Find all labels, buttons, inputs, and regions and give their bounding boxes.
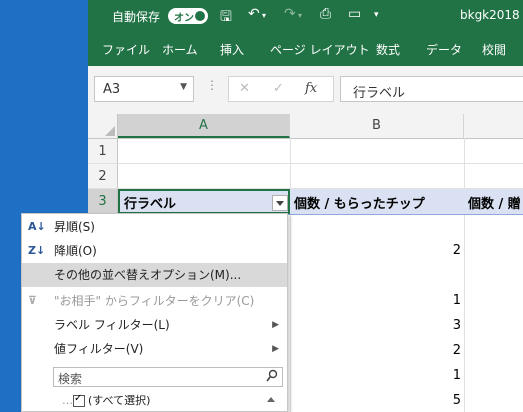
tab-file[interactable]: ファイル — [102, 41, 150, 58]
insert-function-icon[interactable]: fx — [305, 81, 317, 96]
menu-label: "お相手" からフィルターをクリア(C) — [54, 294, 255, 308]
select-all-corner[interactable] — [88, 114, 118, 138]
gridline — [290, 138, 291, 412]
autosave-toggle[interactable]: オン — [168, 8, 208, 24]
row-header-3[interactable]: 3 — [88, 189, 118, 214]
menu-item-more-sort-options[interactable]: その他の並べ替えオプション(M)... — [22, 263, 287, 287]
gridline — [464, 138, 465, 412]
title-bar: 自動保存 オン 🖫 ↶ ▾ ↷ ▾ ⎙ ▭ ▾ bkgk2018 — [88, 0, 523, 32]
column-header-a[interactable]: A — [118, 114, 290, 138]
print-preview-icon[interactable]: ⎙ — [320, 6, 331, 22]
menu-item-clear-filter: ⊽ "お相手" からフィルターをクリア(C) — [22, 289, 287, 313]
ribbon-tabs: ファイル ホーム 挿入 ページ レイアウト 数式 データ 校閲 — [88, 32, 523, 66]
select-all-label: (すべて選択) — [88, 394, 151, 407]
menu-label: ラベル フィルター(L) — [54, 318, 170, 332]
tab-formulas[interactable]: 数式 — [376, 41, 400, 58]
row-header-2[interactable]: 2 — [88, 164, 118, 189]
menu-label: 値フィルター(V) — [54, 342, 144, 356]
more-icon: ⋮ — [206, 78, 218, 92]
enter-icon[interactable]: ✓ — [273, 81, 284, 96]
checkbox-icon[interactable] — [73, 393, 85, 407]
autosave-state: オン — [174, 13, 194, 24]
sort-asc-icon: A↓ — [28, 220, 46, 233]
menu-label: 昇順(S) — [54, 220, 95, 234]
gridline — [118, 163, 523, 164]
tab-data[interactable]: データ — [426, 41, 462, 58]
menu-item-sort-asc[interactable]: A↓ 昇順(S) — [22, 215, 287, 239]
menu-label: その他の並べ替えオプション(M)... — [54, 268, 242, 282]
column-headers: A B — [88, 114, 523, 139]
submenu-arrow-icon: ▶ — [272, 344, 279, 354]
name-box[interactable]: A3 ▼ — [94, 76, 194, 102]
value-cell[interactable]: 2 — [388, 343, 461, 358]
select-all-item[interactable]: …(すべて選択) — [62, 392, 150, 408]
tab-home[interactable]: ホーム — [162, 41, 198, 58]
scroll-up-icon[interactable] — [265, 394, 277, 406]
value-cell[interactable]: 2 — [388, 243, 461, 258]
search-icon — [266, 369, 278, 382]
value-cell[interactable]: 5 — [388, 393, 461, 408]
cancel-icon[interactable]: ✕ — [239, 81, 250, 96]
search-placeholder: 検索 — [58, 372, 83, 386]
submenu-arrow-icon: ▶ — [272, 320, 279, 330]
menu-item-value-filter[interactable]: 値フィルター(V) ▶ — [22, 337, 287, 361]
row-header-1[interactable]: 1 — [88, 139, 118, 164]
form-icon[interactable]: ▭ — [348, 6, 361, 22]
undo-icon[interactable]: ↶ — [248, 6, 260, 22]
menu-item-label-filter[interactable]: ラベル フィルター(L) ▶ — [22, 313, 287, 337]
cell-c3[interactable]: 個数 / 贈 — [468, 193, 521, 212]
redo-icon: ↷ — [284, 6, 296, 22]
formula-buttons: ✕ ✓ fx — [228, 76, 334, 102]
filter-menu: A↓ 昇順(S) Z↓ 降順(O) その他の並べ替えオプション(M)... ⊽ … — [21, 213, 288, 412]
column-header-b[interactable]: B — [290, 114, 464, 138]
sort-desc-icon: Z↓ — [28, 244, 46, 257]
filter-search-input[interactable]: 検索 — [53, 367, 283, 387]
save-icon[interactable]: 🖫 — [220, 6, 232, 30]
clear-filter-icon: ⊽ — [28, 294, 37, 307]
autosave-label: 自動保存 — [112, 10, 161, 24]
name-box-value: A3 — [103, 82, 121, 97]
formula-bar: A3 ▼ ⋮ ✕ ✓ fx 行ラベル — [88, 66, 523, 115]
toggle-knob-icon — [195, 11, 205, 21]
menu-item-sort-desc[interactable]: Z↓ 降順(O) — [22, 239, 287, 263]
menu-label: 降順(O) — [54, 244, 97, 258]
filter-dropdown-button[interactable] — [272, 195, 288, 211]
undo-dropdown-icon[interactable]: ▾ — [262, 11, 266, 20]
tab-insert[interactable]: 挿入 — [220, 41, 244, 58]
tab-page-layout[interactable]: ページ レイアウト — [270, 41, 370, 58]
redo-dropdown-icon: ▾ — [298, 11, 303, 20]
formula-value: 行ラベル — [353, 86, 406, 101]
value-cell[interactable]: 3 — [388, 318, 461, 333]
value-cell[interactable]: 1 — [388, 368, 461, 383]
cell-b3[interactable]: 個数 / もらったチップ — [294, 193, 425, 212]
filename: bkgk2018 — [460, 8, 520, 22]
chevron-down-icon[interactable]: ▼ — [180, 82, 187, 92]
tab-review[interactable]: 校閲 — [482, 41, 506, 58]
customize-toolbar-icon[interactable]: ▾ — [374, 10, 379, 20]
column-header-c[interactable] — [464, 114, 523, 138]
active-cell-border — [118, 189, 290, 214]
value-cell[interactable]: 1 — [388, 293, 461, 308]
formula-input[interactable]: 行ラベル — [340, 76, 523, 102]
